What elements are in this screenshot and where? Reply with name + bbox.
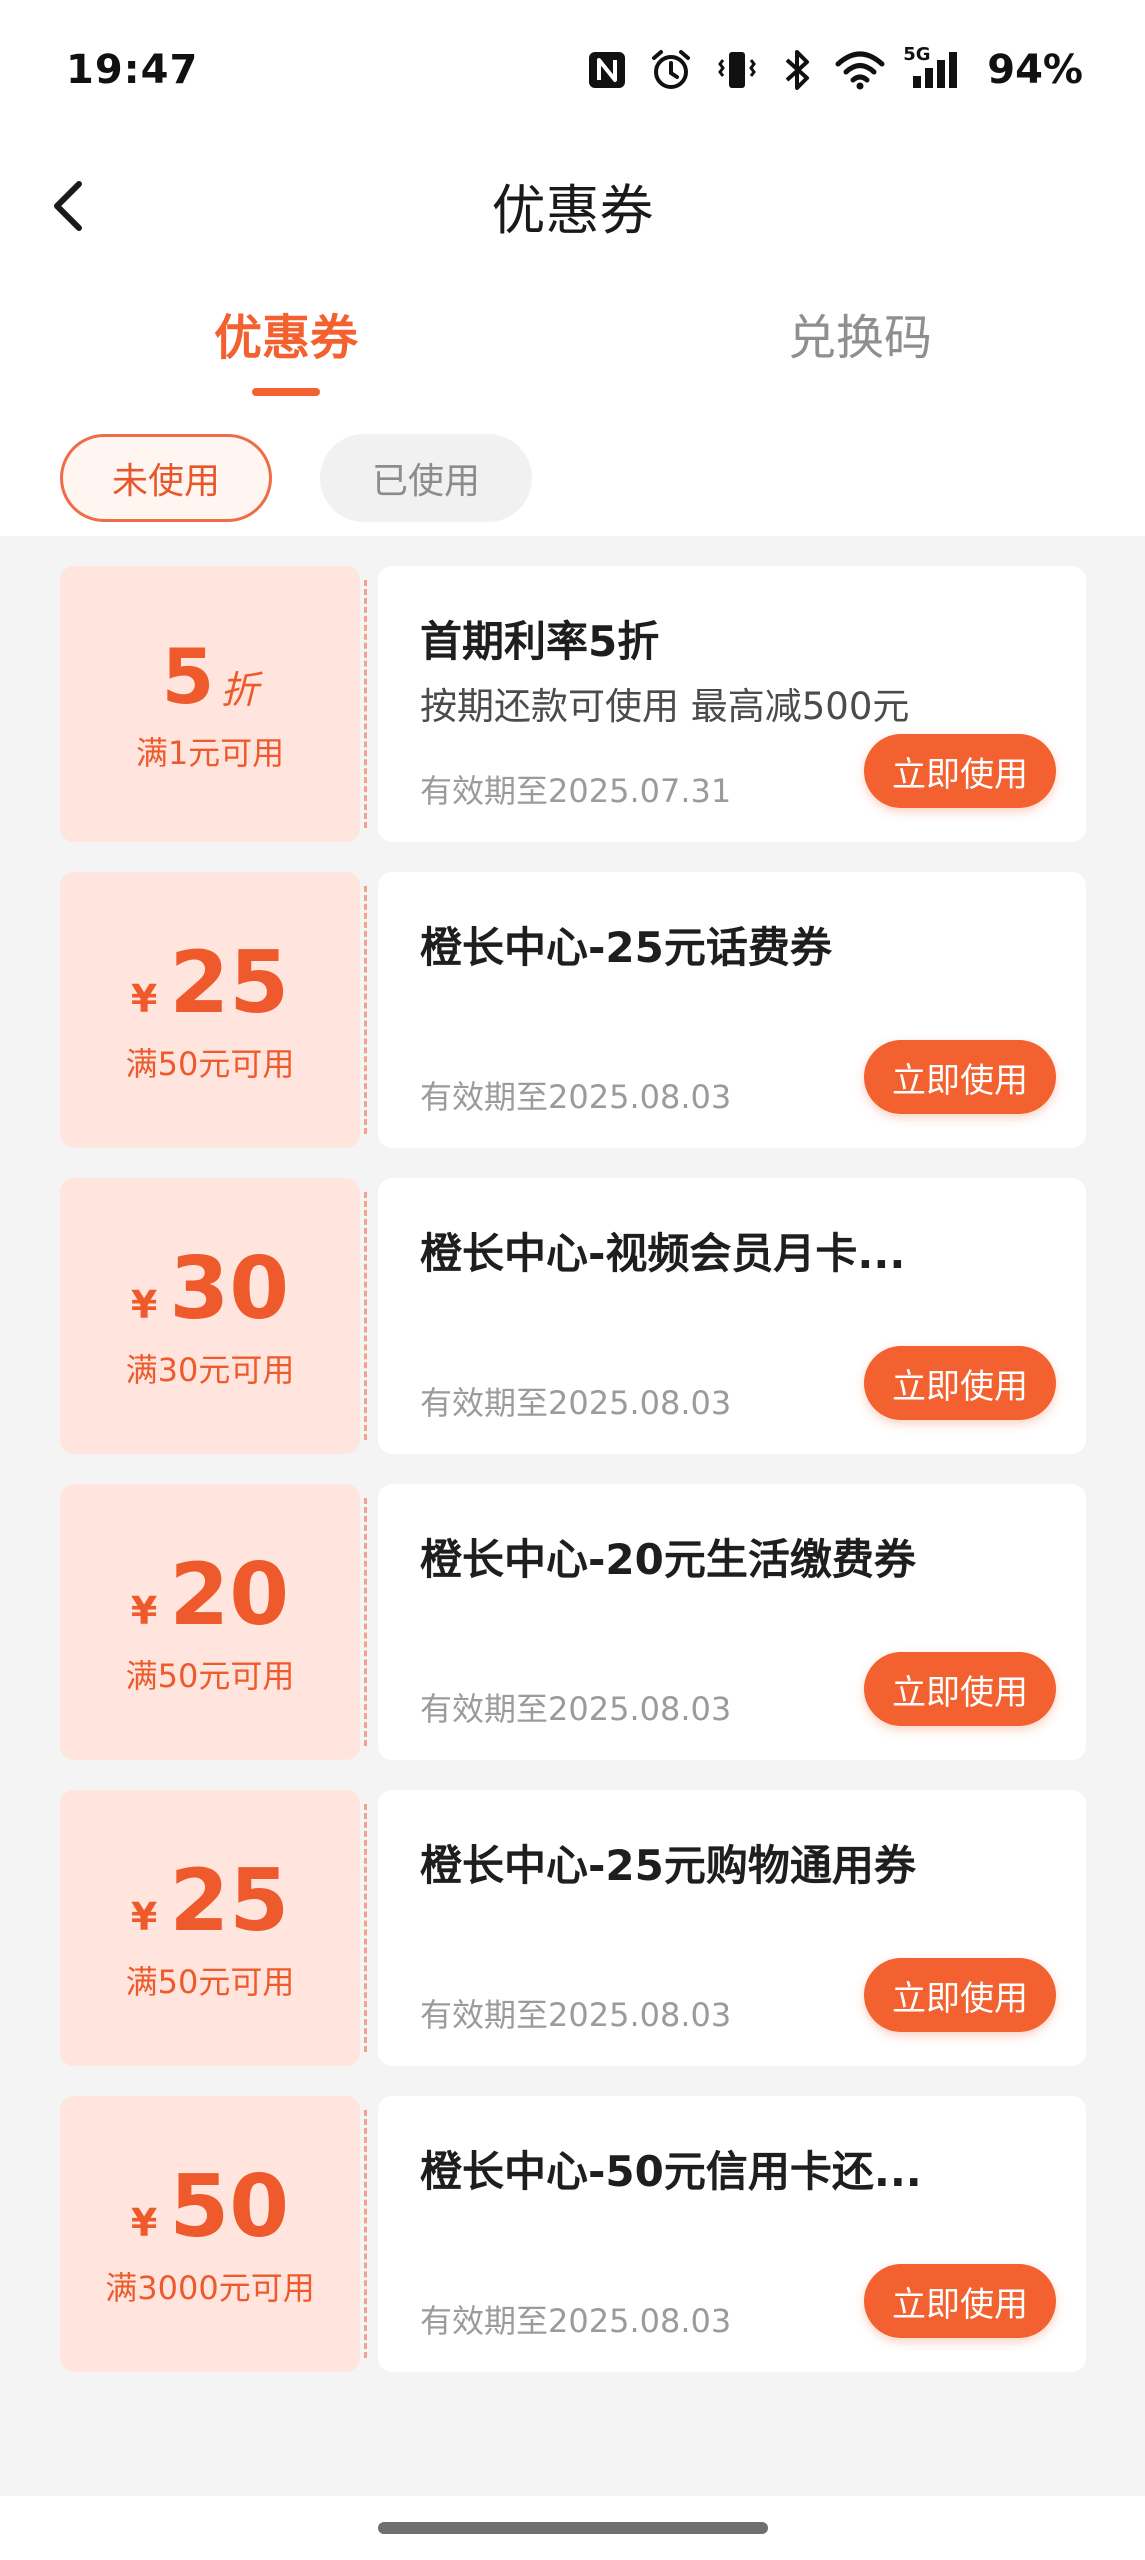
coupon-title: 首期利率5折	[420, 617, 660, 666]
coupon-value-panel: ¥ 50 满3000元可用	[60, 2096, 360, 2372]
use-now-button[interactable]: 立即使用	[864, 1652, 1056, 1726]
coupon-card: 5 折 满1元可用 首期利率5折 按期还款可使用 最高减500元 有效期至202…	[60, 566, 1086, 842]
amount-value: 20	[169, 1545, 290, 1645]
coupon-info-panel: 橙长中心-50元信用卡还... 有效期至2025.08.03 立即使用	[378, 2096, 1086, 2372]
use-now-button[interactable]: 立即使用	[864, 734, 1056, 808]
tab-coupons[interactable]: 优惠券	[136, 290, 436, 396]
use-now-button[interactable]: 立即使用	[864, 1346, 1056, 1420]
tab-active-indicator	[252, 388, 320, 396]
coupon-expiry: 有效期至2025.08.03	[420, 1690, 732, 1728]
coupon-min-spend: 满3000元可用	[105, 2269, 315, 2307]
home-indicator[interactable]	[378, 2522, 768, 2534]
coupon-dashed-divider	[364, 886, 367, 1134]
coupon-expiry: 有效期至2025.08.03	[420, 2302, 732, 2340]
tab-redeem-code[interactable]: 兑换码	[710, 290, 1010, 390]
coupon-dashed-divider	[364, 1804, 367, 2052]
alarm-icon	[649, 48, 693, 92]
use-now-button[interactable]: 立即使用	[864, 1040, 1056, 1114]
coupon-card: ¥ 50 满3000元可用 橙长中心-50元信用卡还... 有效期至2025.0…	[60, 2096, 1086, 2372]
coupon-info-panel: 橙长中心-25元话费券 有效期至2025.08.03 立即使用	[378, 872, 1086, 1148]
nfc-icon	[587, 50, 627, 90]
discount-value: 5	[161, 632, 215, 721]
coupon-value-panel: ¥ 25 满50元可用	[60, 1790, 360, 2066]
amount-value: 30	[169, 1239, 290, 1339]
coupon-min-spend: 满50元可用	[125, 1657, 295, 1695]
back-button[interactable]	[30, 166, 110, 246]
coupon-dashed-divider	[364, 1192, 367, 1440]
chevron-left-icon	[54, 181, 82, 231]
nav-bar: 优惠券	[0, 140, 1145, 270]
coupon-title: 橙长中心-50元信用卡还...	[420, 2147, 922, 2196]
tab-label: 兑换码	[787, 310, 932, 366]
bluetooth-icon	[781, 48, 813, 92]
5g-signal-icon: 5G	[903, 44, 961, 90]
coupon-value-panel: ¥ 20 满50元可用	[60, 1484, 360, 1760]
currency-symbol: ¥	[130, 2201, 158, 2245]
filter-used[interactable]: 已使用	[320, 434, 532, 522]
vibrate-icon	[715, 48, 759, 92]
coupon-min-spend: 满50元可用	[125, 1045, 295, 1083]
coupon-title: 橙长中心-视频会员月卡...	[420, 1229, 906, 1278]
status-time: 19:47	[66, 47, 199, 93]
status-bar: 19:47 5G 94%	[0, 0, 1145, 140]
currency-symbol: ¥	[130, 1895, 158, 1939]
status-icons: 5G 94%	[587, 44, 1083, 93]
currency-symbol: ¥	[130, 1283, 158, 1327]
coupon-dashed-divider	[364, 580, 367, 828]
battery-level: 94%	[987, 47, 1083, 93]
coupon-title: 橙长中心-25元话费券	[420, 923, 832, 972]
coupon-expiry: 有效期至2025.08.03	[420, 1996, 732, 2034]
status-filter: 未使用 已使用	[0, 434, 1145, 524]
coupon-title: 橙长中心-25元购物通用券	[420, 1841, 916, 1890]
coupon-amount: ¥ 25	[131, 935, 289, 1031]
coupon-expiry: 有效期至2025.08.03	[420, 1078, 732, 1116]
coupon-amount: ¥ 50	[131, 2159, 289, 2255]
filter-unused[interactable]: 未使用	[60, 434, 272, 522]
coupon-title: 橙长中心-20元生活缴费券	[420, 1535, 916, 1584]
coupon-card: ¥ 30 满30元可用 橙长中心-视频会员月卡... 有效期至2025.08.0…	[60, 1178, 1086, 1454]
coupon-min-spend: 满1元可用	[135, 734, 285, 772]
coupon-info-panel: 橙长中心-视频会员月卡... 有效期至2025.08.03 立即使用	[378, 1178, 1086, 1454]
coupon-value-panel: ¥ 25 满50元可用	[60, 872, 360, 1148]
amount-value: 25	[169, 1851, 290, 1951]
coupon-card: ¥ 25 满50元可用 橙长中心-25元话费券 有效期至2025.08.03 立…	[60, 872, 1086, 1148]
coupon-value-panel: ¥ 30 满30元可用	[60, 1178, 360, 1454]
coupon-value-panel: 5 折 满1元可用	[60, 566, 360, 842]
page-title: 优惠券	[491, 178, 654, 242]
coupon-amount: 5 折	[162, 634, 259, 720]
coupon-dashed-divider	[364, 1498, 367, 1746]
coupon-expiry: 有效期至2025.07.31	[420, 772, 732, 810]
discount-unit: 折	[220, 668, 259, 712]
coupon-dashed-divider	[364, 2110, 367, 2358]
network-label: 5G	[903, 44, 931, 65]
coupon-amount: ¥ 30	[131, 1241, 289, 1337]
coupon-info-panel: 橙长中心-25元购物通用券 有效期至2025.08.03 立即使用	[378, 1790, 1086, 2066]
coupon-card: ¥ 20 满50元可用 橙长中心-20元生活缴费券 有效期至2025.08.03…	[60, 1484, 1086, 1760]
coupon-min-spend: 满50元可用	[125, 1963, 295, 2001]
use-now-button[interactable]: 立即使用	[864, 2264, 1056, 2338]
coupon-amount: ¥ 25	[131, 1853, 289, 1949]
coupon-min-spend: 满30元可用	[125, 1351, 295, 1389]
coupon-info-panel: 橙长中心-20元生活缴费券 有效期至2025.08.03 立即使用	[378, 1484, 1086, 1760]
amount-value: 25	[169, 933, 290, 1033]
coupon-amount: ¥ 20	[131, 1547, 289, 1643]
currency-symbol: ¥	[130, 977, 158, 1021]
coupon-expiry: 有效期至2025.08.03	[420, 1384, 732, 1422]
amount-value: 50	[169, 2157, 290, 2257]
coupon-list: 5 折 满1元可用 首期利率5折 按期还款可使用 最高减500元 有效期至202…	[0, 536, 1145, 2496]
tab-label: 优惠券	[213, 310, 358, 366]
coupon-info-panel: 首期利率5折 按期还款可使用 最高减500元 有效期至2025.07.31 立即…	[378, 566, 1086, 842]
wifi-icon	[835, 50, 885, 90]
coupon-card: ¥ 25 满50元可用 橙长中心-25元购物通用券 有效期至2025.08.03…	[60, 1790, 1086, 2066]
use-now-button[interactable]: 立即使用	[864, 1958, 1056, 2032]
coupon-description: 按期还款可使用 最高减500元	[420, 685, 910, 728]
tab-bar: 优惠券 兑换码	[0, 290, 1145, 400]
currency-symbol: ¥	[130, 1589, 158, 1633]
